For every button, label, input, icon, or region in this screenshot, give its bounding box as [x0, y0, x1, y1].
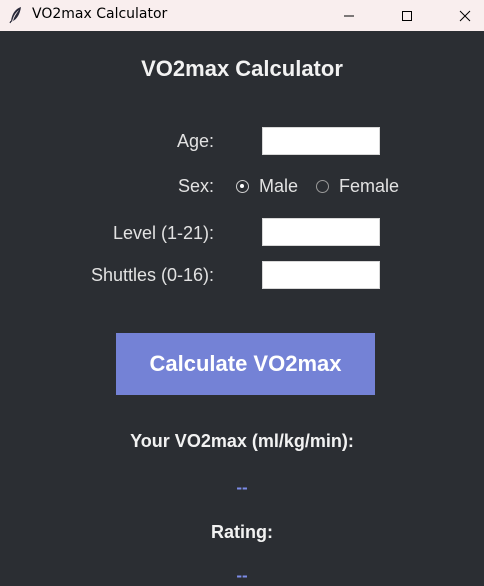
window-title: VO2max Calculator — [32, 6, 168, 22]
rating-label: Rating: — [211, 522, 273, 542]
close-icon — [459, 10, 471, 21]
shuttles-label: Shuttles (0-16): — [90, 265, 214, 285]
radio-unselected-icon — [316, 180, 329, 193]
shuttles-input[interactable] — [262, 261, 380, 289]
age-input[interactable] — [262, 127, 380, 155]
maximize-button[interactable] — [384, 0, 430, 31]
feather-icon — [9, 6, 23, 24]
window-titlebar: VO2max Calculator — [0, 0, 484, 31]
level-label: Level (1-21): — [112, 223, 214, 243]
sex-radio-male[interactable]: Male — [236, 176, 298, 197]
app-content: VO2max Calculator Age: Sex: Male Female … — [0, 31, 484, 586]
sex-radio-female[interactable]: Female — [316, 176, 399, 197]
minimize-icon — [344, 15, 354, 16]
close-button[interactable] — [442, 0, 484, 31]
calculate-button[interactable]: Calculate VO2max — [116, 333, 375, 395]
age-label: Age: — [176, 131, 214, 151]
sex-option-male: Male — [259, 176, 299, 196]
maximize-icon — [402, 10, 412, 21]
sex-option-female: Female — [339, 176, 400, 196]
minimize-button[interactable] — [326, 0, 372, 31]
sex-label: Sex: — [177, 176, 214, 196]
vo2max-value: -- — [236, 478, 248, 497]
radio-selected-icon — [236, 180, 249, 193]
level-input[interactable] — [262, 218, 380, 246]
rating-value: -- — [236, 566, 248, 585]
vo2max-label: Your VO2max (ml/kg/min): — [130, 431, 354, 451]
app-heading: VO2max Calculator — [141, 56, 343, 81]
